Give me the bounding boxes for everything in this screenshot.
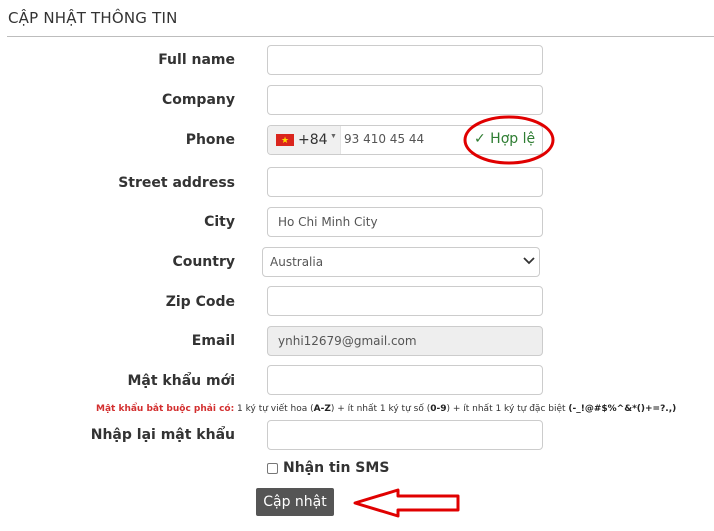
city-label: City	[204, 214, 235, 230]
phone-number-value[interactable]: 93 410 45 44	[344, 132, 424, 146]
city-input[interactable]	[267, 207, 543, 237]
country-label: Country	[172, 254, 235, 270]
company-input[interactable]	[267, 85, 543, 115]
confirm-password-label: Nhập lại mật khẩu	[90, 427, 235, 443]
highlight-arrow-icon	[353, 488, 460, 518]
sms-checkbox[interactable]	[267, 463, 278, 474]
phone-label: Phone	[185, 132, 235, 148]
phone-valid-status: ✓ Hợp lệ	[474, 131, 536, 147]
password-rule-bold-2: 0-9	[430, 404, 447, 414]
zip-code-label: Zip Code	[165, 294, 235, 310]
dial-code: +84	[298, 132, 328, 148]
street-address-label: Street address	[118, 175, 235, 191]
password-rule-note: Mật khẩu bắt buộc phải có: 1 ký tự viết …	[96, 404, 676, 414]
update-button[interactable]: Cập nhật	[256, 488, 334, 516]
country-code-dropdown[interactable]: ★ +84 ▼	[268, 126, 341, 154]
password-rule-prefix: Mật khẩu bắt buộc phải có:	[96, 404, 235, 414]
phone-field[interactable]: ★ +84 ▼ 93 410 45 44 ✓ Hợp lệ	[267, 125, 543, 155]
street-address-input[interactable]	[267, 167, 543, 197]
sms-optin-label: Nhận tin SMS	[283, 460, 390, 476]
caret-down-icon: ▼	[330, 133, 337, 140]
zip-code-input[interactable]	[267, 286, 543, 316]
vietnam-flag-icon: ★	[276, 134, 294, 146]
chevron-down-icon	[523, 257, 535, 265]
password-rule-bold-1: A-Z	[313, 404, 331, 414]
full-name-label: Full name	[158, 52, 235, 68]
confirm-password-input[interactable]	[267, 420, 543, 450]
full-name-input[interactable]	[267, 45, 543, 75]
title-divider	[7, 36, 714, 37]
new-password-input[interactable]	[267, 365, 543, 395]
email-label: Email	[191, 333, 235, 349]
company-label: Company	[161, 92, 235, 108]
new-password-label: Mật khẩu mới	[127, 373, 235, 389]
country-selected-value: Australia	[270, 255, 324, 269]
password-rule-text-3: ) + ít nhất 1 ký tự đặc biệt	[446, 404, 569, 414]
password-rule-bold-3: (-_!@#$%^&*()+=?.,)	[568, 404, 677, 414]
email-input	[267, 326, 543, 356]
password-rule-text-2: ) + ít nhất 1 ký tự số (	[330, 404, 431, 414]
country-select[interactable]: Australia	[262, 247, 540, 277]
page-title: CẬP NHẬT THÔNG TIN	[8, 9, 178, 27]
password-rule-text-1: 1 ký tự viết hoa (	[234, 404, 314, 414]
